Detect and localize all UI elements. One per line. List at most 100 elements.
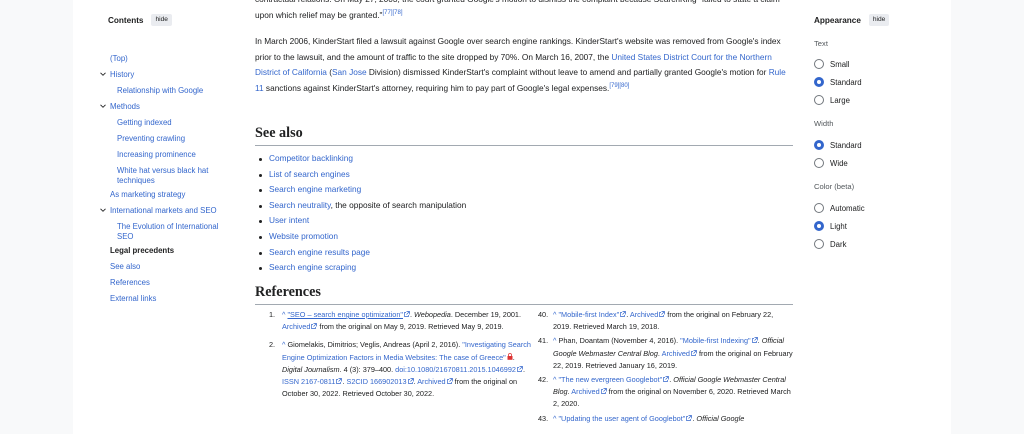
toc-item-white-hat-black-hat[interactable]: White hat versus black hat techniques [117,166,227,185]
reference-title-link[interactable]: "Mobile-first Index" [558,310,619,319]
list-item-suffix: , the opposite of search manipulation [330,199,467,210]
toc-item-legal-precedents[interactable]: Legal precedents [110,246,174,256]
see-also-heading: See also [255,125,793,146]
archived-link[interactable]: Archived [662,349,690,358]
toc-title: Contents [108,15,144,25]
toc-item-getting-indexed[interactable]: Getting indexed [117,118,172,128]
reference-publication: Official Google [696,413,745,423]
reference-item: 2. ^ Giomelakis, Dimitrios; Veglis, Andr… [269,340,531,399]
toc-item-methods[interactable]: Methods [110,102,140,112]
reference-authors: Phan, Doantam (November 4, 2016). [558,336,681,346]
doi-link[interactable]: doi:10.1080/21670811.2015.1046992 [395,365,516,374]
color-label: Color (beta) [814,182,855,191]
radio-button[interactable] [814,239,824,249]
radio-button[interactable] [814,158,824,168]
option-label: Light [830,221,847,231]
paragraph-searchking: contractual relations. On May 27, 2003, … [255,0,793,23]
radio-button[interactable] [814,203,824,213]
s2cid-link[interactable]: S2CID 166902013 [346,377,406,386]
toc-item-preventing-crawling[interactable]: Preventing crawling [117,134,185,144]
radio-button[interactable] [814,59,824,69]
see-also-link[interactable]: User intent [269,215,309,225]
see-also-link[interactable]: Search neutrality [269,200,331,210]
issn-link[interactable]: ISSN 2167-0811 [282,377,335,386]
text-standard-option[interactable]: Standard [814,77,862,87]
citation-link[interactable]: [78] [393,10,403,16]
toc-item-relationship-with-google[interactable]: Relationship with Google [117,86,203,96]
radio-button[interactable] [814,95,824,105]
archived-link[interactable]: Archived [571,387,599,396]
lock-icon [507,352,513,360]
toc-item-as-marketing-strategy[interactable]: As marketing strategy [110,190,185,200]
citation-link[interactable]: [77] [382,10,392,16]
see-also-link[interactable]: Search engine scraping [269,262,356,272]
backlink-caret[interactable]: ^ [282,340,285,349]
list-item: Search engine marketing [258,182,466,198]
archived-link[interactable]: Archived [630,310,658,319]
width-wide-option[interactable]: Wide [814,158,848,168]
list-item: Search engine results page [258,245,466,261]
reference-title-link[interactable]: "The new evergreen Googlebot" [558,375,662,384]
color-automatic-option[interactable]: Automatic [814,203,865,213]
see-also-link[interactable]: Competitor backlinking [269,153,353,163]
external-link-icon [686,413,693,421]
paragraph-text: contractual relations. On May 27, 2003, … [255,0,780,20]
chevron-down-icon[interactable] [100,71,106,77]
toc-item-external-links[interactable]: External links [110,294,156,304]
appearance-hide-button[interactable]: hide [868,14,890,26]
backlink-caret[interactable]: ^ [553,310,556,319]
text-large-option[interactable]: Large [814,95,850,105]
toc-item-see-also[interactable]: See also [110,262,140,272]
toc-item-references[interactable]: References [110,278,150,288]
list-item: Search neutrality, the opposite of searc… [258,198,467,214]
references-heading: References [255,284,793,305]
width-standard-option[interactable]: Standard [814,140,862,150]
external-link-icon [407,376,414,384]
external-link-icon [620,309,627,317]
color-light-option[interactable]: Light [814,221,847,231]
text-small-option[interactable]: Small [814,59,850,69]
see-also-list: Competitor backlinking List of search en… [258,151,467,276]
archived-link[interactable]: Archived [282,322,310,331]
link-san-jose[interactable]: San Jose [332,67,367,77]
reference-authors: Giomelakis, Dimitrios; Veglis, Andreas (… [287,340,463,350]
reference-item: 42. ^ "The new evergreen Googlebot". Off… [538,375,791,409]
reference-title-link[interactable]: "Updating the user agent of Googlebot" [558,414,685,423]
reference-number: 43. [538,413,549,423]
toc-item-international-markets[interactable]: International markets and SEO [110,206,217,216]
option-label: Wide [830,158,848,168]
option-label: Small [830,59,850,69]
backlink-caret[interactable]: ^ [282,310,285,319]
reference-number: 41. [538,336,549,346]
chevron-down-icon[interactable] [100,103,106,109]
see-also-link[interactable]: Search engine marketing [269,184,361,194]
toc-item-increasing-prominence[interactable]: Increasing prominence [117,150,196,160]
reference-title-link[interactable]: "Mobile-first Indexing" [680,336,750,345]
see-also-link[interactable]: Search engine results page [269,247,370,257]
citation-link[interactable]: [79] [609,83,619,89]
see-also-link[interactable]: Website promotion [269,231,338,241]
backlink-caret[interactable]: ^ [553,336,556,345]
toc-item-history[interactable]: History [110,70,134,80]
backlink-caret[interactable]: ^ [553,375,556,384]
radio-button-selected[interactable] [814,140,824,150]
references-column-left: 1. ^ "SEO – search engine optimization".… [269,309,532,402]
see-also-link[interactable]: List of search engines [269,169,350,179]
radio-button-selected[interactable] [814,221,824,231]
option-label: Standard [830,140,862,150]
toc-hide-button[interactable]: hide [151,14,172,26]
archived-link[interactable]: Archived [417,377,445,386]
backlink-caret[interactable]: ^ [553,414,556,423]
paragraph-text: sanctions against KinderStart's attorney… [263,82,610,93]
radio-button-selected[interactable] [814,77,824,87]
reference-title-link[interactable]: "SEO – search engine optimization" [287,310,403,319]
paragraph-text: Division) dismissed KinderStart's compla… [366,67,769,78]
color-dark-option[interactable]: Dark [814,239,846,249]
reference-publication: Webopedia [414,310,451,319]
reference-number: 1. [269,310,276,319]
toc-item-top[interactable]: (Top) [110,54,128,64]
toc-item-evolution-international-seo[interactable]: The Evolution of International SEO [117,222,232,241]
citation-link[interactable]: [80] [619,83,629,89]
chevron-down-icon[interactable] [100,207,106,213]
reference-number: 40. [538,310,549,319]
